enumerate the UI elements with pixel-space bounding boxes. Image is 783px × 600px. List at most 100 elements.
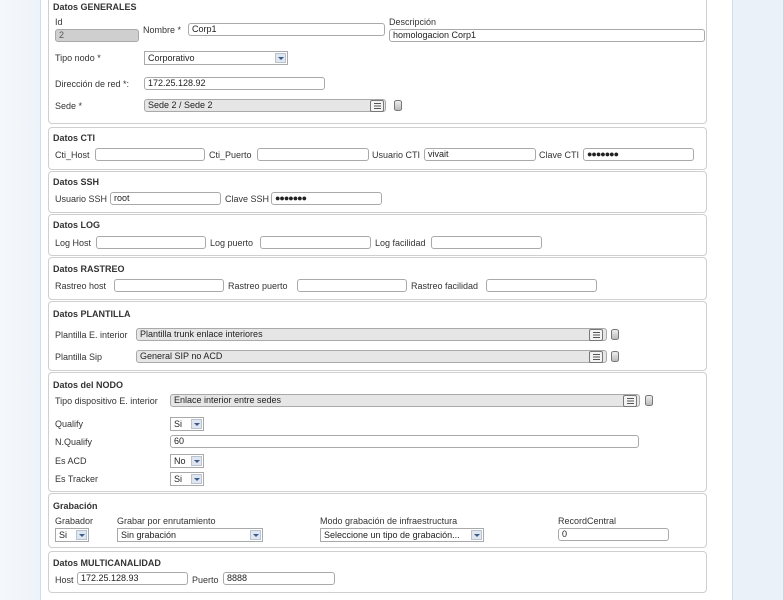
es-tracker-label: Es Tracker xyxy=(55,474,99,484)
database-icon[interactable] xyxy=(394,100,402,111)
legend-generales: Datos GENERALES xyxy=(53,2,137,12)
rastreo-facilidad-label: Rastreo facilidad xyxy=(411,281,479,291)
fieldset-plantilla: Datos PLANTILLA Plantilla E. interior Pl… xyxy=(48,301,707,371)
clave-cti-field[interactable]: ●●●●●●● xyxy=(583,148,694,161)
direccion-label: Dirección de red *: xyxy=(55,79,130,89)
nombre-field[interactable]: Corp1 xyxy=(188,23,385,36)
usuario-cti-label: Usuario CTI xyxy=(372,150,421,160)
clave-cti-label: Clave CTI xyxy=(539,150,580,160)
fieldset-rastreo: Datos RASTREO Rastreo host Rastreo puert… xyxy=(48,257,707,300)
enrutamiento-label: Grabar por enrutamiento xyxy=(117,516,216,526)
list-icon[interactable] xyxy=(589,351,603,363)
log-puerto-label: Log puerto xyxy=(210,238,254,248)
modo-grabacion-label: Modo grabación de infraestructura xyxy=(320,516,458,526)
plantilla-sip-field: General SIP no ACD xyxy=(136,350,607,363)
nombre-label: Nombre * xyxy=(143,25,182,35)
chevron-down-icon xyxy=(76,530,87,540)
id-field: 2 xyxy=(55,29,139,42)
nqualify-field[interactable]: 60 xyxy=(170,435,639,448)
qualify-label: Qualify xyxy=(55,419,84,429)
chevron-down-icon xyxy=(191,419,202,429)
usuario-ssh-label: Usuario SSH xyxy=(55,194,108,204)
list-icon[interactable] xyxy=(589,329,603,341)
chevron-down-icon xyxy=(275,53,286,63)
legend-grabacion: Grabación xyxy=(53,501,98,511)
tipo-nodo-select[interactable]: Corporativo xyxy=(144,51,288,65)
database-icon[interactable] xyxy=(611,351,619,362)
cti-puerto-label: Cti_Puerto xyxy=(209,150,252,160)
es-acd-value: No xyxy=(174,456,186,466)
right-margin xyxy=(732,0,783,600)
sede-field: Sede 2 / Sede 2 xyxy=(144,99,386,112)
legend-rastreo: Datos RASTREO xyxy=(53,264,125,274)
sede-label: Sede * xyxy=(55,101,83,111)
tipo-nodo-label: Tipo nodo * xyxy=(55,53,101,63)
fieldset-multicanalidad: Datos MULTICANALIDAD Host 172.25.128.93 … xyxy=(48,551,707,593)
chevron-down-icon xyxy=(191,474,202,484)
log-puerto-field[interactable] xyxy=(260,236,371,249)
cti-host-field[interactable] xyxy=(95,148,205,161)
es-acd-label: Es ACD xyxy=(55,456,87,466)
multicanal-host-field[interactable]: 172.25.128.93 xyxy=(77,572,188,585)
plantilla-sip-label: Plantilla Sip xyxy=(55,352,103,362)
qualify-value: Si xyxy=(174,419,183,429)
es-tracker-value: Si xyxy=(174,474,183,484)
rastreo-puerto-field[interactable] xyxy=(297,279,407,292)
log-host-label: Log Host xyxy=(55,238,92,248)
clave-ssh-label: Clave SSH xyxy=(225,194,270,204)
log-facilidad-label: Log facilidad xyxy=(375,238,426,248)
cti-host-label: Cti_Host xyxy=(55,150,90,160)
es-acd-select[interactable]: No xyxy=(170,454,204,468)
tipo-dispositivo-label: Tipo dispositivo E. interior xyxy=(55,396,158,406)
clave-ssh-field[interactable]: ●●●●●●● xyxy=(271,192,382,205)
rastreo-host-label: Rastreo host xyxy=(55,281,107,291)
multicanal-puerto-field[interactable]: 8888 xyxy=(223,572,335,585)
database-icon[interactable] xyxy=(611,329,619,340)
legend-nodo: Datos del NODO xyxy=(53,380,124,390)
chevron-down-icon xyxy=(471,530,482,540)
usuario-cti-field[interactable]: vivait xyxy=(424,148,536,161)
rastreo-host-field[interactable] xyxy=(114,279,224,292)
chevron-down-icon xyxy=(250,530,261,540)
direccion-field[interactable]: 172.25.128.92 xyxy=(144,77,325,90)
legend-plantilla: Datos PLANTILLA xyxy=(53,309,131,319)
qualify-select[interactable]: Si xyxy=(170,417,204,431)
log-facilidad-field[interactable] xyxy=(431,236,542,249)
modo-grabacion-value: Seleccione un tipo de grabación... xyxy=(324,530,460,540)
legend-multicanalidad: Datos MULTICANALIDAD xyxy=(53,558,161,568)
modo-grabacion-select[interactable]: Seleccione un tipo de grabación... xyxy=(320,528,484,542)
plantilla-interior-label: Plantilla E. interior xyxy=(55,330,128,340)
chevron-down-icon xyxy=(191,456,202,466)
tipo-nodo-value: Corporativo xyxy=(148,53,195,63)
rastreo-facilidad-field[interactable] xyxy=(486,279,597,292)
cti-puerto-field[interactable] xyxy=(257,148,369,161)
descripcion-field[interactable]: homologacion Corp1 xyxy=(389,29,705,42)
multicanal-puerto-label: Puerto xyxy=(192,575,219,585)
database-icon[interactable] xyxy=(645,395,653,406)
grabador-select[interactable]: Si xyxy=(55,528,89,542)
multicanal-host-label: Host xyxy=(55,575,74,585)
grabador-value: Si xyxy=(59,530,68,540)
legend-cti: Datos CTI xyxy=(53,133,96,143)
fieldset-cti: Datos CTI Cti_Host Cti_Puerto Usuario CT… xyxy=(48,127,707,170)
fieldset-log: Datos LOG Log Host Log puerto Log facili… xyxy=(48,214,707,256)
log-host-field[interactable] xyxy=(96,236,206,249)
record-central-field[interactable]: 0 xyxy=(558,528,669,541)
id-label: Id xyxy=(55,17,63,27)
list-icon[interactable] xyxy=(370,100,384,112)
es-tracker-select[interactable]: Si xyxy=(170,472,204,486)
fieldset-nodo: Datos del NODO Tipo dispositivo E. inter… xyxy=(48,372,707,492)
usuario-ssh-field[interactable]: root xyxy=(110,192,221,205)
plantilla-interior-field: Plantilla trunk enlace interiores xyxy=(136,328,607,341)
list-icon[interactable] xyxy=(623,395,637,407)
grabador-label: Grabador xyxy=(55,516,94,526)
tipo-dispositivo-field: Enlace interior entre sedes xyxy=(170,394,640,407)
left-margin xyxy=(0,0,40,600)
record-central-label: RecordCentral xyxy=(558,516,617,526)
fieldset-generales: Datos GENERALES Id 2 Nombre * Corp1 Desc… xyxy=(48,0,707,124)
enrutamiento-select[interactable]: Sin grabación xyxy=(117,528,263,542)
enrutamiento-value: Sin grabación xyxy=(121,530,177,540)
nqualify-label: N.Qualify xyxy=(55,437,93,447)
rastreo-puerto-label: Rastreo puerto xyxy=(228,281,288,291)
legend-ssh: Datos SSH xyxy=(53,177,100,187)
